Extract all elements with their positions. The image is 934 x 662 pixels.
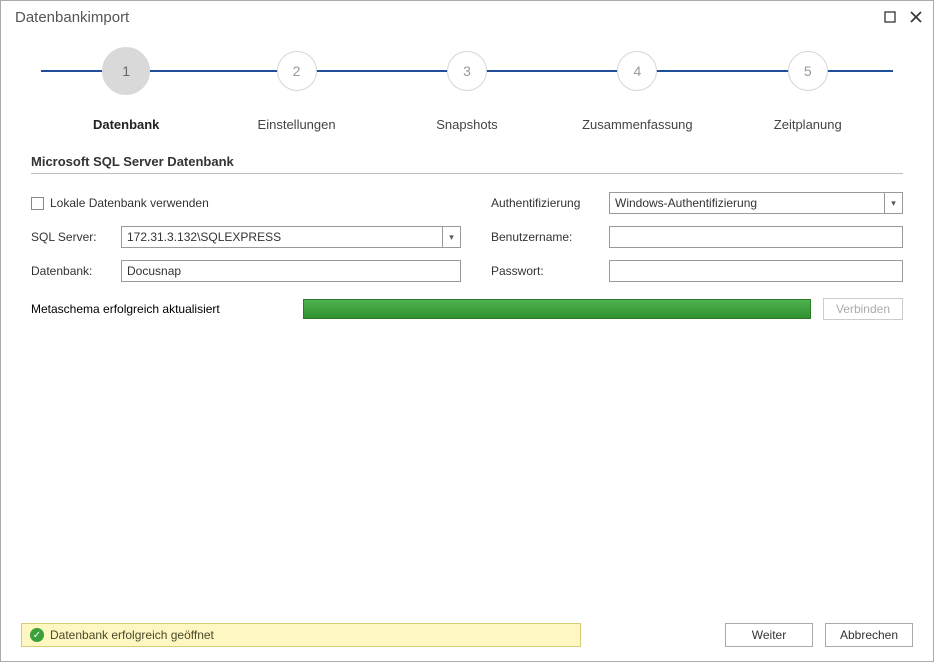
success-icon: ✓ — [30, 628, 44, 642]
username-label: Benutzername: — [491, 230, 601, 244]
next-button[interactable]: Weiter — [725, 623, 813, 647]
close-button[interactable] — [909, 10, 923, 24]
step-3[interactable]: 3 — [382, 51, 552, 95]
chevron-down-icon: ▾ — [884, 193, 902, 213]
step-label-1: Datenbank — [41, 117, 211, 132]
section-divider — [31, 173, 903, 174]
connect-button: Verbinden — [823, 298, 903, 320]
status-text: Datenbank erfolgreich geöffnet — [50, 628, 214, 642]
sqlserver-value: 172.31.3.132\SQLEXPRESS — [127, 230, 281, 244]
wizard-stepper: 1 2 3 4 5 Datenbank Einstellungen Snapsh… — [1, 33, 933, 146]
dialog-window: Datenbankimport 1 2 3 4 5 Datenbank Eins… — [0, 0, 934, 662]
dialog-footer: ✓ Datenbank erfolgreich geöffnet Weiter … — [1, 619, 933, 661]
cancel-button[interactable]: Abbrechen — [825, 623, 913, 647]
status-message: ✓ Datenbank erfolgreich geöffnet — [21, 623, 581, 647]
auth-select[interactable]: Windows-Authentifizierung ▾ — [609, 192, 903, 214]
step-1[interactable]: 1 — [41, 51, 211, 95]
database-input[interactable] — [121, 260, 461, 282]
content-area: Microsoft SQL Server Datenbank Lokale Da… — [1, 146, 933, 619]
step-label-5: Zeitplanung — [723, 117, 893, 132]
step-2[interactable]: 2 — [211, 51, 381, 95]
auth-label: Authentifizierung — [491, 196, 601, 210]
window-title: Datenbankimport — [15, 9, 883, 26]
titlebar: Datenbankimport — [1, 1, 933, 33]
metaschema-status: Metaschema erfolgreich aktualisiert — [31, 302, 291, 316]
step-5[interactable]: 5 — [723, 51, 893, 95]
sqlserver-label: SQL Server: — [31, 230, 113, 244]
password-label: Passwort: — [491, 264, 601, 278]
step-label-2: Einstellungen — [211, 117, 381, 132]
use-local-db-checkbox[interactable]: Lokale Datenbank verwenden — [31, 196, 209, 210]
username-input — [609, 226, 903, 248]
step-4[interactable]: 4 — [552, 51, 722, 95]
chevron-down-icon: ▾ — [442, 227, 460, 247]
step-label-4: Zusammenfassung — [552, 117, 722, 132]
checkbox-box — [31, 197, 44, 210]
section-title: Microsoft SQL Server Datenbank — [31, 154, 903, 173]
password-input — [609, 260, 903, 282]
auth-value: Windows-Authentifizierung — [615, 196, 757, 210]
maximize-button[interactable] — [883, 10, 897, 24]
progress-bar — [303, 299, 811, 319]
use-local-db-label: Lokale Datenbank verwenden — [50, 196, 209, 210]
sqlserver-combo[interactable]: 172.31.3.132\SQLEXPRESS ▾ — [121, 226, 461, 248]
step-label-3: Snapshots — [382, 117, 552, 132]
database-label: Datenbank: — [31, 264, 113, 278]
